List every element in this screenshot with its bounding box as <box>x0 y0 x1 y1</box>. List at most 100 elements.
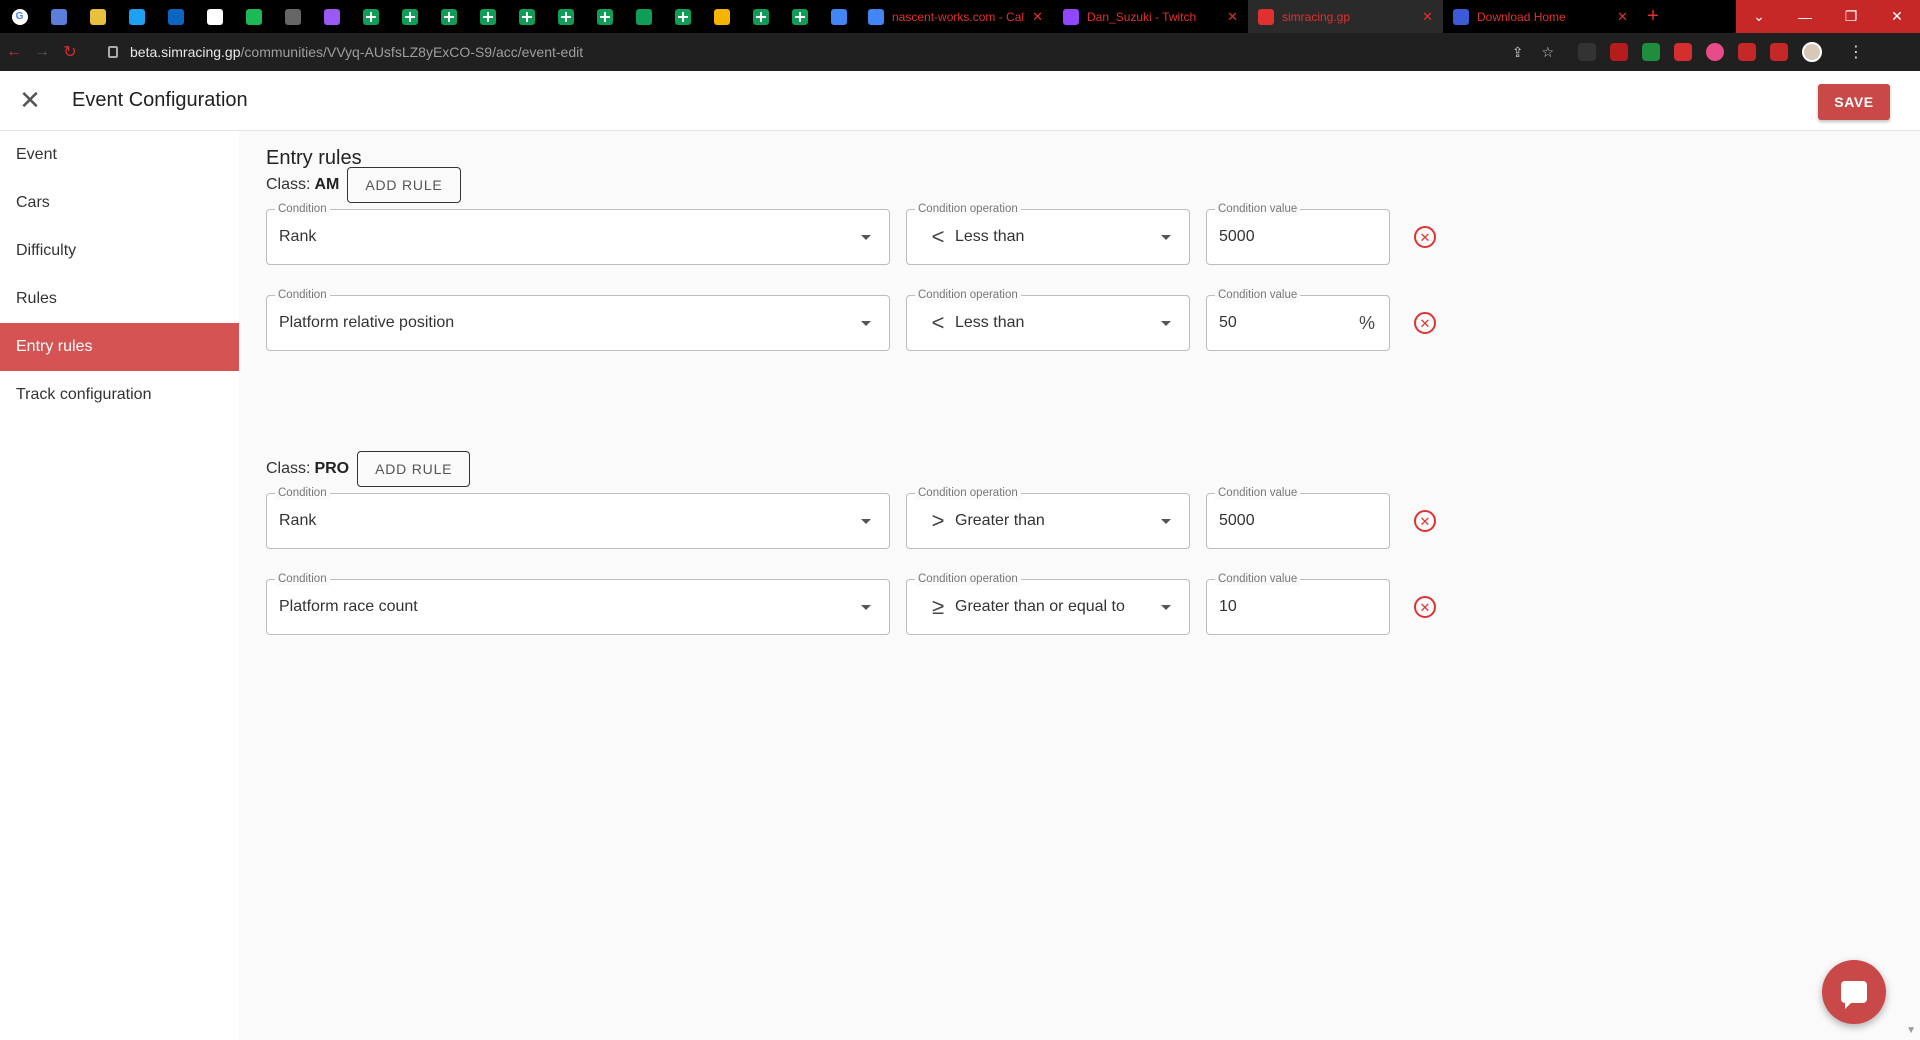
pinned-tab[interactable] <box>156 0 195 33</box>
browser-tab[interactable]: nascent-works.com - Cal ✕ <box>858 0 1053 33</box>
pinned-tab[interactable] <box>195 0 234 33</box>
calendar-icon <box>868 8 884 25</box>
pinned-tab[interactable] <box>546 0 585 33</box>
tab-close-icon[interactable]: ✕ <box>1227 9 1238 25</box>
chat-support-button[interactable] <box>1822 960 1886 1024</box>
add-rule-button[interactable]: ADD RULE <box>357 451 471 487</box>
remove-rule-icon[interactable]: ✕ <box>1414 226 1436 248</box>
spotify-icon <box>245 8 262 25</box>
class-label: Class: AM <box>266 176 340 193</box>
pinned-tab[interactable] <box>312 0 351 33</box>
url-text: beta.simracing.gp/communities/VVyq-AUsfs… <box>130 44 584 60</box>
close-window-icon[interactable]: ✕ <box>1874 0 1920 33</box>
omnibox[interactable]: beta.simracing.gp/communities/VVyq-AUsfs… <box>98 38 1568 66</box>
pinned-tab[interactable] <box>390 0 429 33</box>
condition-value-input[interactable]: Condition value 5000 <box>1206 202 1390 265</box>
entry-rule-row: Condition Rank Condition operation < Less th… <box>266 202 1466 265</box>
restore-icon[interactable]: ❐ <box>1828 0 1874 33</box>
forward-icon[interactable]: → <box>28 43 56 61</box>
close-icon[interactable]: ✕ <box>0 71 60 131</box>
pinned-tab[interactable] <box>234 0 273 33</box>
tab-close-icon[interactable]: ✕ <box>1617 9 1628 25</box>
pinned-tab[interactable] <box>702 0 741 33</box>
condition-operation-select[interactable]: Condition operation < Less than <box>906 288 1190 351</box>
value-label: Condition value <box>1215 486 1301 500</box>
drive-extension-icon[interactable] <box>1642 43 1660 61</box>
sidebar-item-entry-rules[interactable]: Entry rules <box>0 323 239 371</box>
pinned-tab[interactable] <box>117 0 156 33</box>
pinned-tab[interactable] <box>507 0 546 33</box>
dropdown-arrow-icon <box>861 605 871 610</box>
reload-icon[interactable]: ↻ <box>56 42 84 62</box>
color-extension-icon[interactable] <box>1706 43 1724 61</box>
operation-value: Greater than or equal to <box>955 598 1125 615</box>
sidebar-item-difficulty[interactable]: Difficulty <box>0 227 239 275</box>
pinned-tab[interactable] <box>780 0 819 33</box>
pinned-tab[interactable] <box>468 0 507 33</box>
remove-rule-icon[interactable]: ✕ <box>1414 312 1436 334</box>
profile-avatar[interactable] <box>1802 42 1822 62</box>
pinned-tab[interactable] <box>663 0 702 33</box>
pinned-tab[interactable] <box>585 0 624 33</box>
tab-close-icon[interactable]: ✕ <box>1422 9 1433 25</box>
sheets-icon <box>596 8 613 25</box>
add-rule-button[interactable]: ADD RULE <box>347 167 461 203</box>
lock-icon <box>108 46 118 58</box>
mail-extension-icon[interactable] <box>1674 43 1692 61</box>
condition-select[interactable]: Condition Platform race count <box>266 572 890 635</box>
share-icon[interactable]: ⇪ <box>1512 44 1524 61</box>
new-tab-button[interactable]: + <box>1638 5 1668 28</box>
save-button[interactable]: SAVE <box>1818 84 1890 120</box>
condition-select[interactable]: Condition Platform relative position <box>266 288 890 351</box>
pinned-tab[interactable] <box>741 0 780 33</box>
sidebar-item-event[interactable]: Event <box>0 131 239 179</box>
pinned-tab[interactable] <box>351 0 390 33</box>
remove-rule-icon[interactable]: ✕ <box>1414 510 1436 532</box>
back-icon[interactable]: ← <box>0 43 28 61</box>
condition-select[interactable]: Condition Rank <box>266 202 890 265</box>
condition-operation-select[interactable]: Condition operation > Greater than <box>906 486 1190 549</box>
condition-select[interactable]: Condition Rank <box>266 486 890 549</box>
pinned-tab[interactable] <box>78 0 117 33</box>
puzzle-extension-icon[interactable] <box>1738 43 1756 61</box>
browser-menu-icon[interactable]: ⋮ <box>1848 42 1864 62</box>
sidebar-item-track-configuration[interactable]: Track configuration <box>0 371 239 419</box>
linkedin-icon <box>167 8 184 25</box>
tab-search-icon[interactable]: ⌄ <box>1736 0 1782 33</box>
tab-title: Dan_Suzuki - Twitch <box>1087 9 1197 24</box>
condition-operation-select[interactable]: Condition operation ≥ Greater than or equa… <box>906 572 1190 635</box>
browser-tab[interactable]: simracing.gp ✕ <box>1248 0 1443 33</box>
condition-value-input[interactable]: Condition value 5000 <box>1206 486 1390 549</box>
pinned-tab[interactable] <box>273 0 312 33</box>
scroll-down-icon[interactable]: ▼ <box>1906 1025 1916 1036</box>
condition-value: Platform relative position <box>279 314 455 331</box>
condition-value: Rank <box>279 228 317 245</box>
sheets-icon <box>479 8 496 25</box>
condition-value-input[interactable]: Condition value 50% <box>1206 288 1390 351</box>
app-header: ✕ Event Configuration SAVE <box>0 71 1920 131</box>
condition-value-input[interactable]: Condition value 10 <box>1206 572 1390 635</box>
pinned-tab[interactable] <box>819 0 858 33</box>
condition-operation-select[interactable]: Condition operation < Less than <box>906 202 1190 265</box>
pinned-tab[interactable] <box>624 0 663 33</box>
pinned-tab[interactable] <box>39 0 78 33</box>
minimize-icon[interactable]: — <box>1782 0 1828 33</box>
dropdown-arrow-icon <box>1161 321 1171 326</box>
browser-tab[interactable]: Dan_Suzuki - Twitch ✕ <box>1053 0 1248 33</box>
browser-tabs: nascent-works.com - Cal ✕ Dan_Suzuki - Twi… <box>858 0 1638 33</box>
sidebar-item-rules[interactable]: Rules <box>0 275 239 323</box>
pinned-tab[interactable]: G <box>0 0 39 33</box>
tab-close-icon[interactable]: ✕ <box>1032 9 1043 25</box>
pinned-tab[interactable] <box>429 0 468 33</box>
sheets-icon <box>362 8 379 25</box>
bookmark-star-icon[interactable]: ☆ <box>1541 44 1554 61</box>
browser-tab[interactable]: Download Home ✕ <box>1443 0 1638 33</box>
twitch-icon <box>1063 8 1079 25</box>
sheets-icon <box>674 8 691 25</box>
patreon-icon <box>206 8 223 25</box>
pen-extension-icon[interactable] <box>1578 43 1596 61</box>
sidepanel-icon[interactable] <box>1770 43 1788 61</box>
badge-extension-icon[interactable] <box>1610 43 1628 61</box>
sidebar-item-cars[interactable]: Cars <box>0 179 239 227</box>
remove-rule-icon[interactable]: ✕ <box>1414 596 1436 618</box>
